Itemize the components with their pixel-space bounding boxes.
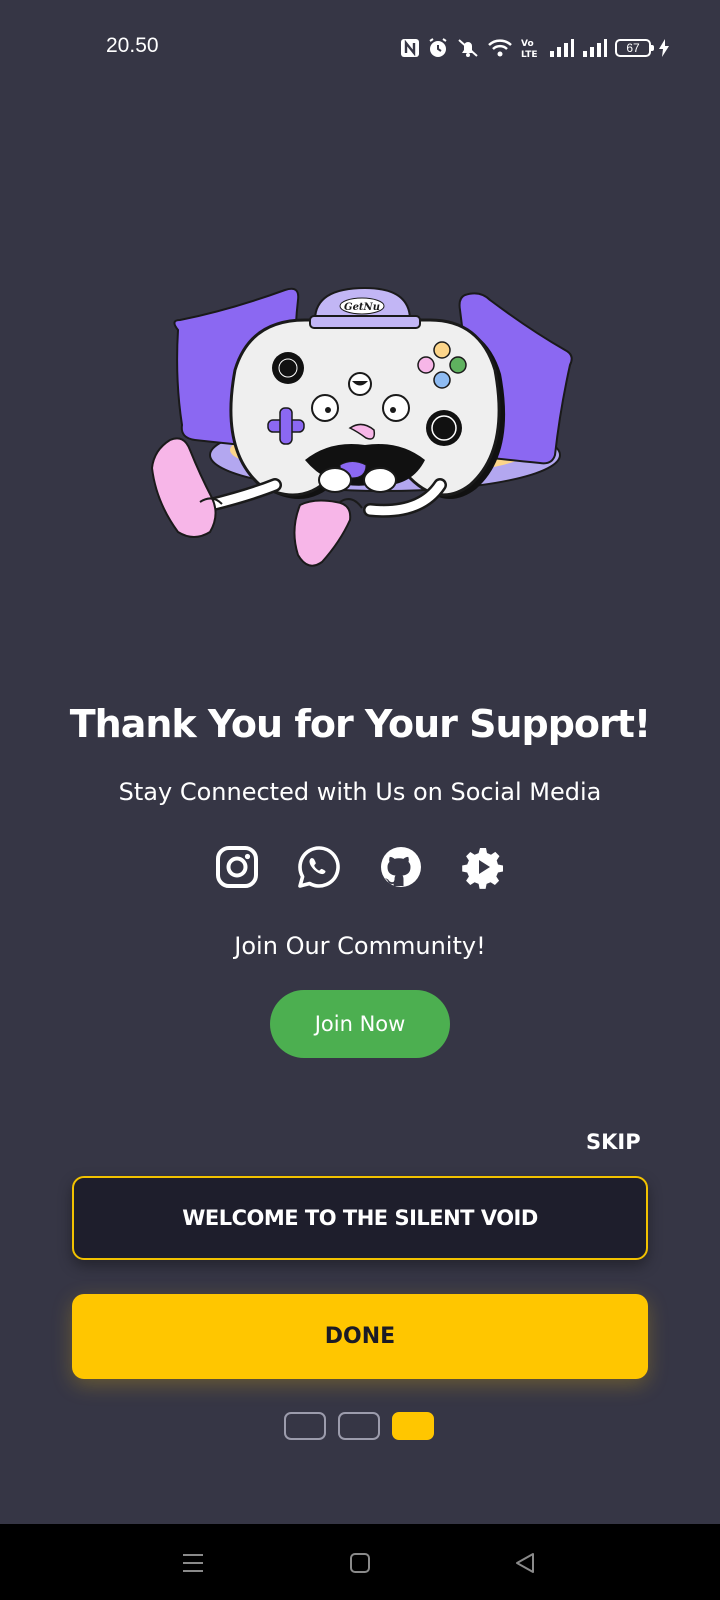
signal-icon [549,38,575,58]
mascot-cap-text: GetNu [344,302,380,313]
status-bar: 20.50 Vo LTE 67 [0,0,720,96]
subtitle: Stay Connected with Us on Social Media [118,778,602,806]
instagram-icon[interactable] [214,844,260,890]
recents-menu-icon[interactable] [180,1550,206,1576]
social-links [0,844,720,890]
volte-icon: Vo LTE [520,37,542,59]
status-time: 20.50 [106,34,159,57]
svg-text:LTE: LTE [521,50,538,59]
mascot-illustration: GetNu [140,280,590,600]
page-dot-2[interactable] [338,1412,380,1440]
charging-icon [658,38,670,58]
page-dot-1[interactable] [284,1412,326,1440]
wifi-icon [487,37,513,59]
skip-button[interactable]: SKIP [586,1130,641,1154]
svg-text:Vo: Vo [521,39,534,49]
mute-icon [456,37,480,59]
alarm-icon [427,37,449,59]
github-icon[interactable] [378,844,424,890]
done-button[interactable]: DONE [72,1294,648,1379]
nfc-icon [400,38,420,58]
home-square-icon[interactable] [347,1550,373,1576]
settings-gear-icon[interactable] [460,844,506,890]
join-now-button[interactable]: Join Now [270,990,450,1058]
signal-icon [582,38,608,58]
page-dot-3-active[interactable] [392,1412,434,1440]
battery-icon: 67 [615,39,654,57]
whatsapp-icon[interactable] [296,844,342,890]
system-nav-bar [0,1524,720,1600]
page-indicator [284,1412,434,1440]
page-title: Thank You for Your Support! [69,702,652,746]
community-text: Join Our Community! [234,932,486,960]
back-triangle-icon[interactable] [512,1550,538,1576]
status-icons: Vo LTE 67 [400,36,670,60]
welcome-banner: WELCOME TO THE SILENT VOID [72,1176,648,1260]
